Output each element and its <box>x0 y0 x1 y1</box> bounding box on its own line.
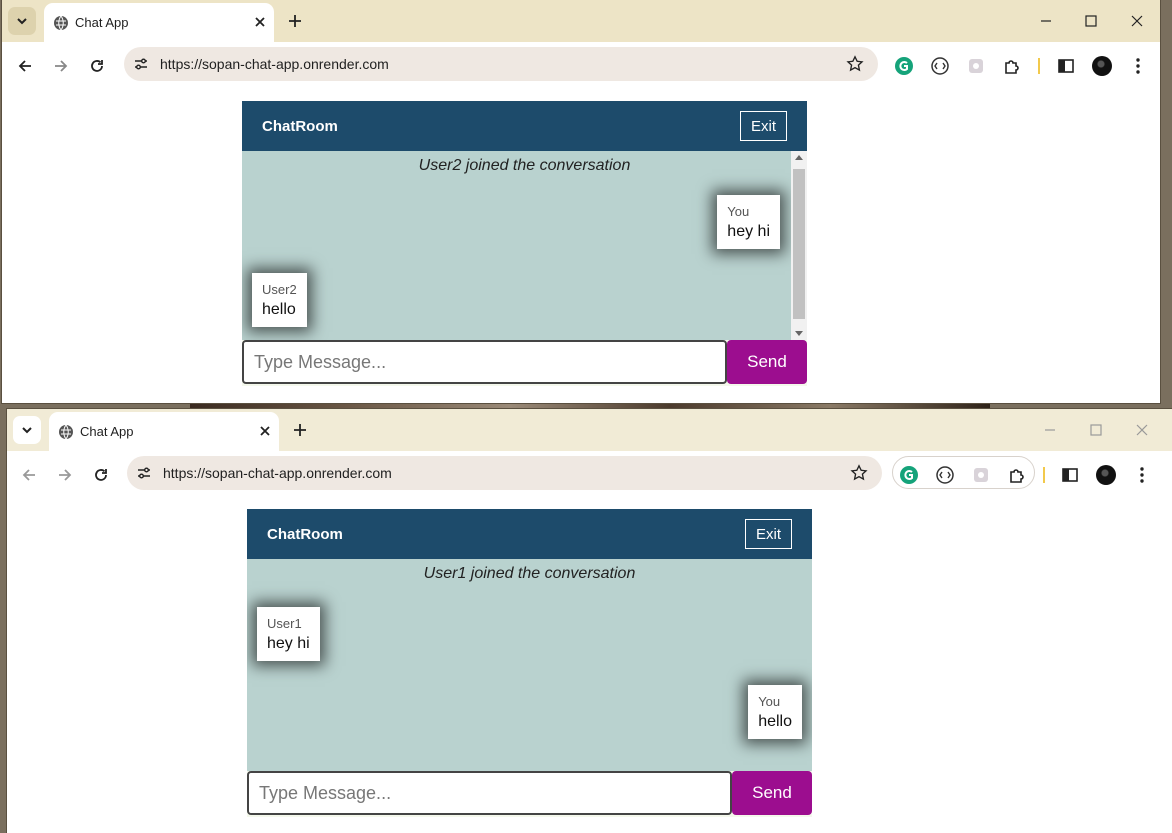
bookmark-star-icon[interactable] <box>850 464 868 482</box>
scroll-up-arrow-icon[interactable] <box>795 155 803 160</box>
grammarly-extension-icon[interactable] <box>894 56 914 76</box>
forward-icon[interactable] <box>51 56 71 76</box>
chat-header: ChatRoom Exit <box>242 101 807 151</box>
toolbar-separator <box>1038 58 1040 74</box>
close-tab-icon[interactable] <box>252 14 268 30</box>
profile-avatar[interactable] <box>1092 56 1112 76</box>
tab-chat-app[interactable]: Chat App <box>49 412 279 451</box>
maximize-icon[interactable] <box>1086 420 1106 440</box>
message-text: hello <box>758 713 792 730</box>
message-text: hey hi <box>267 635 310 652</box>
exit-button[interactable]: Exit <box>745 519 792 549</box>
more-menu-icon[interactable] <box>1128 56 1148 76</box>
side-panel-icon[interactable] <box>1056 56 1076 76</box>
message-sender: User1 <box>267 616 302 631</box>
url-text: https://sopan-chat-app.onrender.com <box>163 465 392 481</box>
site-info-icon[interactable] <box>136 465 152 481</box>
page-content: ChatRoom Exit User1 joined the conversat… <box>7 498 1172 833</box>
extension-icon[interactable] <box>966 56 986 76</box>
bookmark-star-icon[interactable] <box>846 55 864 73</box>
message-sender: User2 <box>262 282 297 297</box>
message-sender: You <box>727 204 750 219</box>
message-text: hey hi <box>727 223 770 240</box>
tab-title: Chat App <box>80 424 134 439</box>
address-bar[interactable]: https://sopan-chat-app.onrender.com <box>124 47 878 81</box>
close-window-icon[interactable] <box>1132 420 1152 440</box>
extension-icon[interactable] <box>971 465 991 485</box>
profile-avatar[interactable] <box>1096 465 1116 485</box>
reload-icon[interactable] <box>91 465 111 485</box>
tab-chat-app[interactable]: Chat App <box>44 3 274 42</box>
back-icon[interactable] <box>19 465 39 485</box>
send-button[interactable]: Send <box>727 340 807 384</box>
tab-list-icon <box>17 18 27 25</box>
message-sender: You <box>758 694 781 709</box>
tab-list-button[interactable] <box>13 416 41 444</box>
new-tab-icon[interactable] <box>291 421 309 439</box>
browser-toolbar: https://sopan-chat-app.onrender.com <box>2 42 1160 89</box>
more-menu-icon[interactable] <box>1132 465 1152 485</box>
page-content: ChatRoom Exit User2 joined the conversat… <box>2 89 1160 403</box>
chat-title: ChatRoom <box>267 526 343 543</box>
globe-icon <box>59 424 73 440</box>
extension-icon[interactable] <box>935 465 955 485</box>
close-tab-icon[interactable] <box>257 423 273 439</box>
grammarly-extension-icon[interactable] <box>899 465 919 485</box>
message-bubble-incoming: User1 hey hi <box>257 607 320 661</box>
minimize-icon[interactable] <box>1036 11 1056 31</box>
send-button[interactable]: Send <box>732 771 812 815</box>
message-list[interactable]: User2 joined the conversation You hey hi… <box>242 151 807 340</box>
puzzle-extensions-icon[interactable] <box>1007 465 1027 485</box>
puzzle-extensions-icon[interactable] <box>1002 56 1022 76</box>
browser-window-top: Chat App https://sopan-chat-app.onrender… <box>2 0 1160 403</box>
url-text: https://sopan-chat-app.onrender.com <box>160 56 389 72</box>
address-bar[interactable]: https://sopan-chat-app.onrender.com <box>127 456 882 490</box>
toolbar-separator <box>1043 467 1045 483</box>
new-tab-icon[interactable] <box>286 12 304 30</box>
site-info-icon[interactable] <box>133 56 149 72</box>
globe-icon <box>54 15 68 31</box>
message-list[interactable]: User1 joined the conversation User1 hey … <box>247 559 812 771</box>
extension-icon[interactable] <box>930 56 950 76</box>
browser-window-bottom: Chat App https://sopan-chat-app.onrender… <box>7 409 1172 833</box>
tab-title: Chat App <box>75 15 129 30</box>
message-composer: Send <box>247 771 812 817</box>
chat-header: ChatRoom Exit <box>247 509 812 559</box>
tab-list-button[interactable] <box>8 7 36 35</box>
tab-list-icon <box>22 427 32 434</box>
message-bubble-outgoing: You hello <box>748 685 802 739</box>
scroll-down-arrow-icon[interactable] <box>795 331 803 336</box>
maximize-icon[interactable] <box>1081 11 1101 31</box>
scroll-thumb[interactable] <box>793 169 805 319</box>
message-composer: Send <box>242 340 807 386</box>
exit-button[interactable]: Exit <box>740 111 787 141</box>
tab-strip: Chat App <box>7 409 1172 451</box>
message-scrollbar[interactable] <box>791 151 807 340</box>
browser-toolbar: https://sopan-chat-app.onrender.com <box>7 451 1172 498</box>
chat-room: ChatRoom Exit User1 joined the conversat… <box>247 509 812 817</box>
join-notice: User1 joined the conversation <box>423 565 636 582</box>
message-input[interactable] <box>247 771 732 815</box>
side-panel-icon[interactable] <box>1060 465 1080 485</box>
minimize-icon[interactable] <box>1040 420 1060 440</box>
message-bubble-incoming: User2 hello <box>252 273 307 327</box>
join-notice: User2 joined the conversation <box>418 157 631 174</box>
message-input[interactable] <box>242 340 727 384</box>
back-icon[interactable] <box>15 56 35 76</box>
forward-icon[interactable] <box>55 465 75 485</box>
chat-title: ChatRoom <box>262 118 338 135</box>
close-window-icon[interactable] <box>1127 11 1147 31</box>
chat-room: ChatRoom Exit User2 joined the conversat… <box>242 101 807 386</box>
message-text: hello <box>262 301 296 318</box>
reload-icon[interactable] <box>87 56 107 76</box>
tab-strip: Chat App <box>2 0 1160 42</box>
message-bubble-outgoing: You hey hi <box>717 195 780 249</box>
